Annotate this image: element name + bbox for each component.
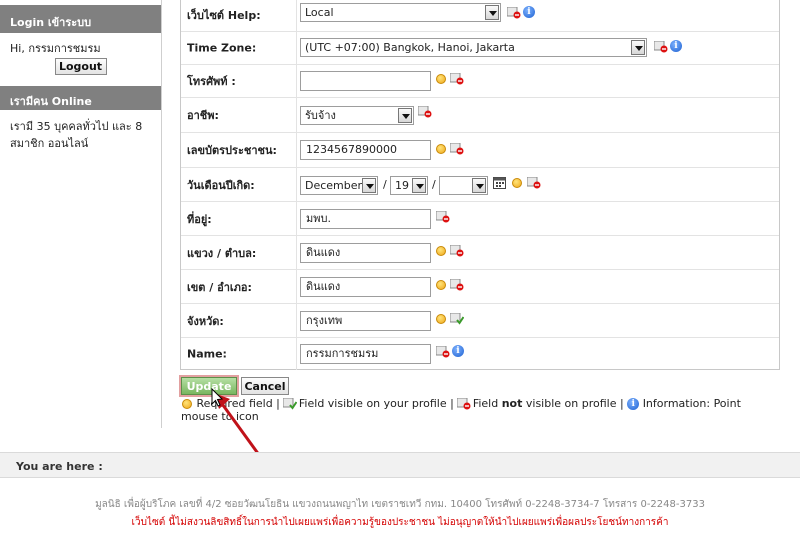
field-hidden-icon[interactable] [436, 346, 450, 358]
field-hidden-icon[interactable] [450, 73, 464, 85]
row-phone: โทรศัพท์ : [181, 65, 779, 98]
province-input[interactable]: กรุงเทพ [300, 311, 431, 331]
field-visible-icon [283, 398, 298, 410]
timezone-value: (UTC +07:00) Bangkok, Hanoi, Jakarta [305, 41, 515, 54]
legend-not-visible-bold: not [501, 397, 523, 410]
row-id-number: เลขบัตรประชาชน: 1234567890000 [181, 133, 779, 168]
label-name: Name: [187, 347, 227, 361]
field-hidden-icon [507, 7, 521, 19]
label-birthdate: วันเดือนปีเกิด: [187, 178, 255, 192]
name-input[interactable]: กรรมการชมรม [300, 344, 431, 364]
label-district: เขต / อำเภอ: [187, 280, 252, 294]
row-district: เขต / อำเภอ: ดินแดง [181, 270, 779, 304]
chevron-down-icon [472, 178, 486, 193]
date-separator: / [432, 178, 436, 191]
birth-year-select[interactable] [439, 176, 488, 195]
required-sun-icon [436, 74, 446, 84]
help-site-value: Local [305, 6, 334, 19]
info-icon[interactable]: i [670, 40, 682, 52]
label-province: จังหวัด: [187, 314, 224, 328]
label-occupation: อาชีพ: [187, 109, 219, 122]
required-sun-icon [436, 280, 446, 290]
chevron-down-icon [631, 40, 645, 55]
row-subdistrict: แขวง / ตำบล: ดินแดง [181, 236, 779, 270]
id-number-input[interactable]: 1234567890000 [300, 140, 431, 160]
online-section-title: เรามีคน Online [0, 86, 161, 110]
required-sun-icon [436, 246, 446, 256]
required-sun-icon [512, 178, 522, 188]
birth-day-select[interactable]: 19 [390, 176, 428, 195]
footer-address: มูลนิธิ เพื่อผู้บริโภค เลขที่ 4/2 ซอยวัฒ… [95, 499, 705, 510]
row-address: ที่อยู่: มพบ. [181, 202, 779, 236]
breadcrumb-bar: You are here : [0, 452, 800, 478]
field-hidden-icon [654, 41, 668, 53]
row-name: Name: กรรมการชมรม i [181, 338, 779, 370]
chevron-down-icon [412, 178, 426, 193]
row-birthdate: วันเดือนปีเกิด: December / 19 / [181, 168, 779, 202]
field-visible-icon[interactable] [450, 313, 464, 325]
sidebar: Login เข้าระบบ Hi, กรรมการชมรม Logout เร… [0, 0, 162, 428]
info-icon[interactable]: i [452, 345, 464, 357]
legend-not-visible-post: visible on profile | [525, 397, 624, 410]
label-id-number: เลขบัตรประชาชน: [187, 144, 277, 157]
row-occupation: อาชีพ: รับจ้าง [181, 98, 779, 133]
address-input[interactable]: มพบ. [300, 209, 431, 229]
logout-wrap: Logout [0, 58, 161, 86]
info-icon[interactable]: i [523, 6, 535, 18]
birth-month-select[interactable]: December [300, 176, 378, 195]
occupation-select[interactable]: รับจ้าง [300, 106, 414, 125]
row-help-site: เว็บไซต์ Help: Local i [181, 0, 779, 32]
district-input[interactable]: ดินแดง [300, 277, 431, 297]
timezone-select[interactable]: (UTC +07:00) Bangkok, Hanoi, Jakarta [300, 38, 647, 57]
label-help-site: เว็บไซต์ Help: [187, 8, 261, 22]
field-hidden-icon[interactable] [450, 143, 464, 155]
calendar-icon[interactable] [493, 177, 506, 189]
row-timezone: Time Zone: (UTC +07:00) Bangkok, Hanoi, … [181, 32, 779, 65]
field-hidden-icon[interactable] [436, 211, 450, 223]
help-site-select[interactable]: Local [300, 3, 501, 22]
required-sun-icon [436, 144, 446, 154]
profile-form: เว็บไซต์ Help: Local i Time Zone: (UTC +… [180, 0, 780, 370]
legend-not-visible-pre: Field [472, 397, 499, 410]
field-hidden-icon[interactable] [527, 177, 541, 189]
online-count-text: เรามี 35 บุคคลทั่วไป และ 8 สมาชิก ออนไลน… [10, 120, 143, 150]
field-hidden-icon[interactable] [450, 279, 464, 291]
chevron-down-icon [362, 178, 376, 193]
required-sun-icon [436, 314, 446, 324]
logout-button[interactable]: Logout [54, 58, 107, 75]
greeting-text: Hi, กรรมการชมรม [10, 42, 101, 55]
birth-day-value: 19 [395, 179, 409, 192]
date-separator: / [383, 178, 387, 191]
chevron-down-icon [485, 5, 499, 20]
field-hidden-icon[interactable] [418, 106, 432, 118]
phone-input[interactable] [300, 71, 431, 91]
footer-notice: เว็บไซต์ นี้ไม่สงวนลิขสิทธิ์ในการนำไปเผย… [131, 517, 669, 528]
label-phone: โทรศัพท์ : [187, 75, 236, 88]
label-address: ที่อยู่: [187, 212, 212, 226]
info-icon: i [627, 398, 640, 410]
field-hidden-icon [457, 398, 471, 410]
chevron-down-icon [398, 108, 412, 123]
label-timezone: Time Zone: [187, 41, 257, 55]
label-subdistrict: แขวง / ตำบล: [187, 246, 257, 260]
legend-visible: Field visible on your profile | [298, 397, 454, 410]
login-section-title: Login เข้าระบบ [0, 5, 161, 33]
required-sun-icon [181, 398, 193, 410]
subdistrict-input[interactable]: ดินแดง [300, 243, 431, 263]
field-hidden-icon[interactable] [450, 245, 464, 257]
birth-month-value: December [305, 179, 363, 192]
row-province: จังหวัด: กรุงเทพ [181, 304, 779, 338]
occupation-value: รับจ้าง [305, 109, 336, 122]
breadcrumb: You are here : [16, 460, 103, 473]
